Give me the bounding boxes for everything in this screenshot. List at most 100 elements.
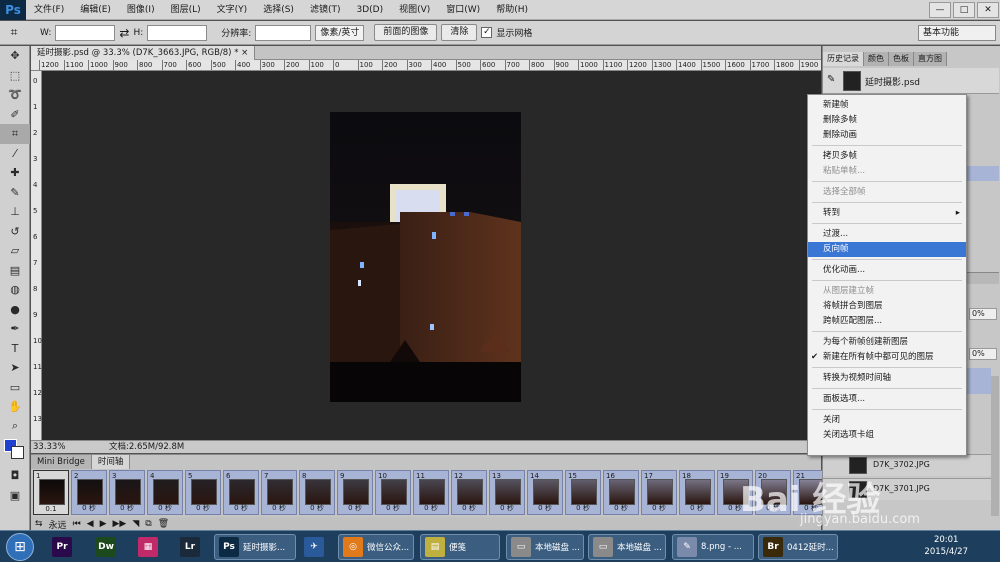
menu-item[interactable]: 视图(V) (391, 0, 438, 20)
close-tab-icon[interactable]: × (241, 48, 248, 58)
workspace-select[interactable]: 基本功能 (918, 25, 996, 41)
menu-item-24[interactable]: 转换为视频时间轴 (808, 371, 966, 386)
fill-field[interactable]: 0% (969, 348, 997, 360)
show-grid-checkbox[interactable]: ✓ (481, 27, 493, 38)
taskbar-item[interactable]: ▭ 本地磁盘 ... (588, 534, 666, 560)
menu-item-15[interactable]: 优化动画... (808, 263, 966, 278)
animation-frame[interactable]: 15 0 秒 (565, 470, 601, 515)
menu-item[interactable]: 选择(S) (255, 0, 302, 20)
menu-item-18[interactable]: 将帧拼合到图层 (808, 299, 966, 314)
menu-item-26[interactable]: 面板选项... (808, 392, 966, 407)
pen-tool-icon[interactable]: ✒ (0, 319, 30, 339)
resolution-field[interactable] (255, 24, 312, 41)
frame-delay[interactable]: 0 秒 (338, 503, 372, 513)
animation-frame[interactable]: 18 0 秒 (679, 470, 715, 515)
frame-delay[interactable]: 0 秒 (566, 503, 600, 513)
frame-delay[interactable]: 0 秒 (224, 503, 258, 513)
zoom-tool-icon[interactable]: ⌕ (0, 417, 30, 437)
duplicate-frame-icon[interactable]: ⧉ (145, 519, 151, 529)
quick-mask-icon[interactable]: ◘ (0, 466, 30, 486)
animation-frame[interactable]: 10 0 秒 (375, 470, 411, 515)
clone-stamp-tool-icon[interactable]: ⊥ (0, 202, 30, 222)
menu-item-2[interactable]: 删除多帧 (808, 113, 966, 128)
animation-frame[interactable]: 50 秒 (185, 470, 221, 515)
menu-item-13[interactable]: 反向帧 (808, 242, 966, 257)
dodge-tool-icon[interactable]: ● (0, 300, 30, 320)
document-info[interactable]: 文档:2.65M/92.8M (109, 441, 184, 453)
menu-item-10[interactable]: 转到 ▸ (808, 206, 966, 221)
eraser-tool-icon[interactable]: ▱ (0, 241, 30, 261)
loop-select[interactable]: 永远 (49, 518, 67, 531)
tab-swatches[interactable]: 色板 (889, 52, 914, 66)
menu-item[interactable]: 窗口(W) (438, 0, 488, 20)
tab-mini-bridge[interactable]: Mini Bridge (31, 455, 92, 469)
menu-item-12[interactable]: 过渡... (808, 227, 966, 242)
healing-brush-tool-icon[interactable]: ✚ (0, 163, 30, 183)
taskbar-item[interactable]: Dw (92, 534, 124, 560)
menu-item[interactable]: 文件(F) (26, 0, 72, 20)
frame-delay[interactable]: 0 秒 (148, 503, 182, 513)
frame-delay[interactable]: 0 秒 (528, 503, 562, 513)
menu-item-5[interactable]: 拷贝多帧 (808, 149, 966, 164)
menu-item[interactable]: 图像(I) (119, 0, 163, 20)
front-image-button[interactable]: 前面的图像 (374, 24, 438, 41)
menu-item-3[interactable]: 删除动画 (808, 128, 966, 143)
menu-item[interactable]: 图层(L) (163, 0, 209, 20)
animation-frame[interactable]: 90 秒 (337, 470, 373, 515)
frame-delay[interactable]: 0 秒 (300, 503, 334, 513)
taskbar-item[interactable]: ✈ (300, 534, 332, 560)
width-field[interactable] (55, 24, 116, 41)
animation-frame[interactable]: 30 秒 (109, 470, 145, 515)
frame-delay[interactable]: 0 秒 (680, 503, 714, 513)
type-tool-icon[interactable]: T (0, 339, 30, 359)
animation-frame[interactable]: 12 0 秒 (451, 470, 487, 515)
close-window-button[interactable]: ✕ (977, 2, 999, 18)
taskbar-item[interactable]: Pr (48, 534, 80, 560)
loop-icon[interactable]: ⇆ (35, 519, 43, 529)
taskbar-item[interactable]: ▭ 本地磁盘 ... (506, 534, 584, 560)
system-clock[interactable]: 20:01 2015/4/27 (924, 534, 968, 558)
frame-delay[interactable]: 0 秒 (642, 503, 676, 513)
color-swatches-icon[interactable] (0, 436, 30, 466)
start-button[interactable]: ⊞ (6, 533, 34, 561)
menu-item-29[interactable]: 关闭选项卡组 (808, 428, 966, 443)
animation-frame[interactable]: 80 秒 (299, 470, 335, 515)
menu-item[interactable]: 编辑(E) (72, 0, 119, 20)
menu-item[interactable]: 文字(Y) (209, 0, 256, 20)
tab-history[interactable]: 历史记录 (823, 52, 864, 66)
menu-item-1[interactable]: 新建帧 (808, 98, 966, 113)
screen-mode-icon[interactable]: ▣ (0, 486, 30, 506)
swap-icon[interactable]: ⇄ (119, 26, 129, 40)
frame-delay[interactable]: 0 秒 (110, 503, 144, 513)
gradient-tool-icon[interactable]: ▤ (0, 261, 30, 281)
animation-frame[interactable]: 60 秒 (223, 470, 259, 515)
tween-icon[interactable]: ◥ (132, 519, 139, 529)
taskbar-item[interactable]: Ps 延时摄影... (214, 534, 296, 560)
animation-frame[interactable]: 17 0 秒 (641, 470, 677, 515)
frame-delay[interactable]: 0 秒 (376, 503, 410, 513)
menu-item[interactable]: 帮助(H) (488, 0, 536, 20)
resolution-unit-select[interactable]: 像素/英寸 (315, 24, 365, 41)
animation-frame[interactable]: 13 0 秒 (489, 470, 525, 515)
shape-tool-icon[interactable]: ▭ (0, 378, 30, 398)
crop-tool-icon[interactable]: ⌗ (4, 25, 24, 40)
taskbar-item[interactable]: ✎ 8.png - ... (672, 534, 754, 560)
panel-scrollbar[interactable] (991, 376, 999, 516)
play-icon[interactable]: ▶ (100, 519, 107, 529)
animation-frame[interactable]: 16 0 秒 (603, 470, 639, 515)
animation-frame[interactable]: 70 秒 (261, 470, 297, 515)
quick-select-tool-icon[interactable]: ✐ (0, 105, 30, 125)
next-frame-icon[interactable]: ▶▶ (113, 519, 127, 529)
tab-color[interactable]: 颜色 (864, 52, 889, 66)
taskbar-item[interactable]: ◎ 微信公众... (338, 534, 414, 560)
menu-item[interactable]: 3D(D) (348, 0, 391, 20)
frame-delay[interactable]: 0 秒 (604, 503, 638, 513)
height-field[interactable] (147, 24, 208, 41)
frame-delay[interactable]: 0 秒 (414, 503, 448, 513)
zoom-level[interactable]: 33.33% (33, 441, 65, 453)
frame-delay[interactable]: 0 秒 (490, 503, 524, 513)
maximize-button[interactable]: □ (953, 2, 975, 18)
animation-frame[interactable]: 14 0 秒 (527, 470, 563, 515)
lasso-tool-icon[interactable]: ➰ (0, 85, 30, 105)
menu-item[interactable]: 滤镜(T) (302, 0, 349, 20)
